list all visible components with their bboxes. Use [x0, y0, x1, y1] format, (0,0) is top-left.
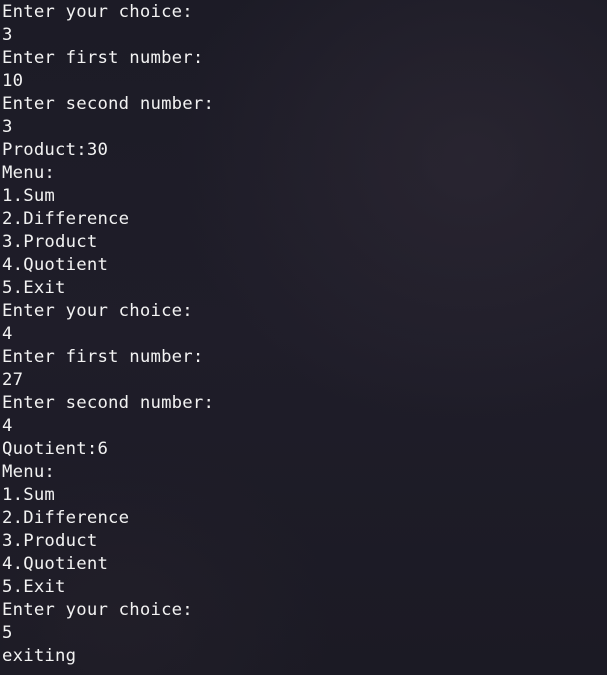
terminal-line: 5.Exit — [2, 278, 66, 298]
terminal-line: 5.Exit — [2, 577, 66, 597]
terminal-line: 10 — [2, 71, 24, 91]
terminal-line: 5 — [2, 623, 13, 643]
terminal-line: 3 — [2, 117, 13, 137]
terminal-line: Menu: — [2, 163, 56, 183]
terminal-line: Menu: — [2, 462, 56, 482]
terminal-line: Enter first number: — [2, 347, 204, 367]
terminal-output[interactable]: Enter your choice: 3 Enter first number:… — [0, 0, 607, 675]
terminal-line: Enter your choice: — [2, 2, 193, 22]
terminal-line: 3.Product — [2, 232, 98, 252]
terminal-line: 2.Difference — [2, 508, 130, 528]
terminal-line: Quotient:6 — [2, 439, 109, 459]
terminal-line: Enter second number: — [2, 393, 215, 413]
terminal-line: 3 — [2, 25, 13, 45]
terminal-line: Product:30 — [2, 140, 109, 160]
terminal-line: Enter your choice: — [2, 301, 193, 321]
terminal-line: 4.Quotient — [2, 554, 109, 574]
terminal-line: exiting — [2, 646, 77, 666]
terminal-line: 2.Difference — [2, 209, 130, 229]
terminal-line: 1.Sum — [2, 186, 56, 206]
terminal-line: Enter first number: — [2, 48, 204, 68]
terminal-line: 27 — [2, 370, 24, 390]
terminal-line: 1.Sum — [2, 485, 56, 505]
terminal-line: 4 — [2, 416, 13, 436]
terminal-line: Enter second number: — [2, 94, 215, 114]
terminal-line: Enter your choice: — [2, 600, 193, 620]
terminal-line: 3.Product — [2, 531, 98, 551]
terminal-line: 4 — [2, 324, 13, 344]
terminal-line: 4.Quotient — [2, 255, 109, 275]
